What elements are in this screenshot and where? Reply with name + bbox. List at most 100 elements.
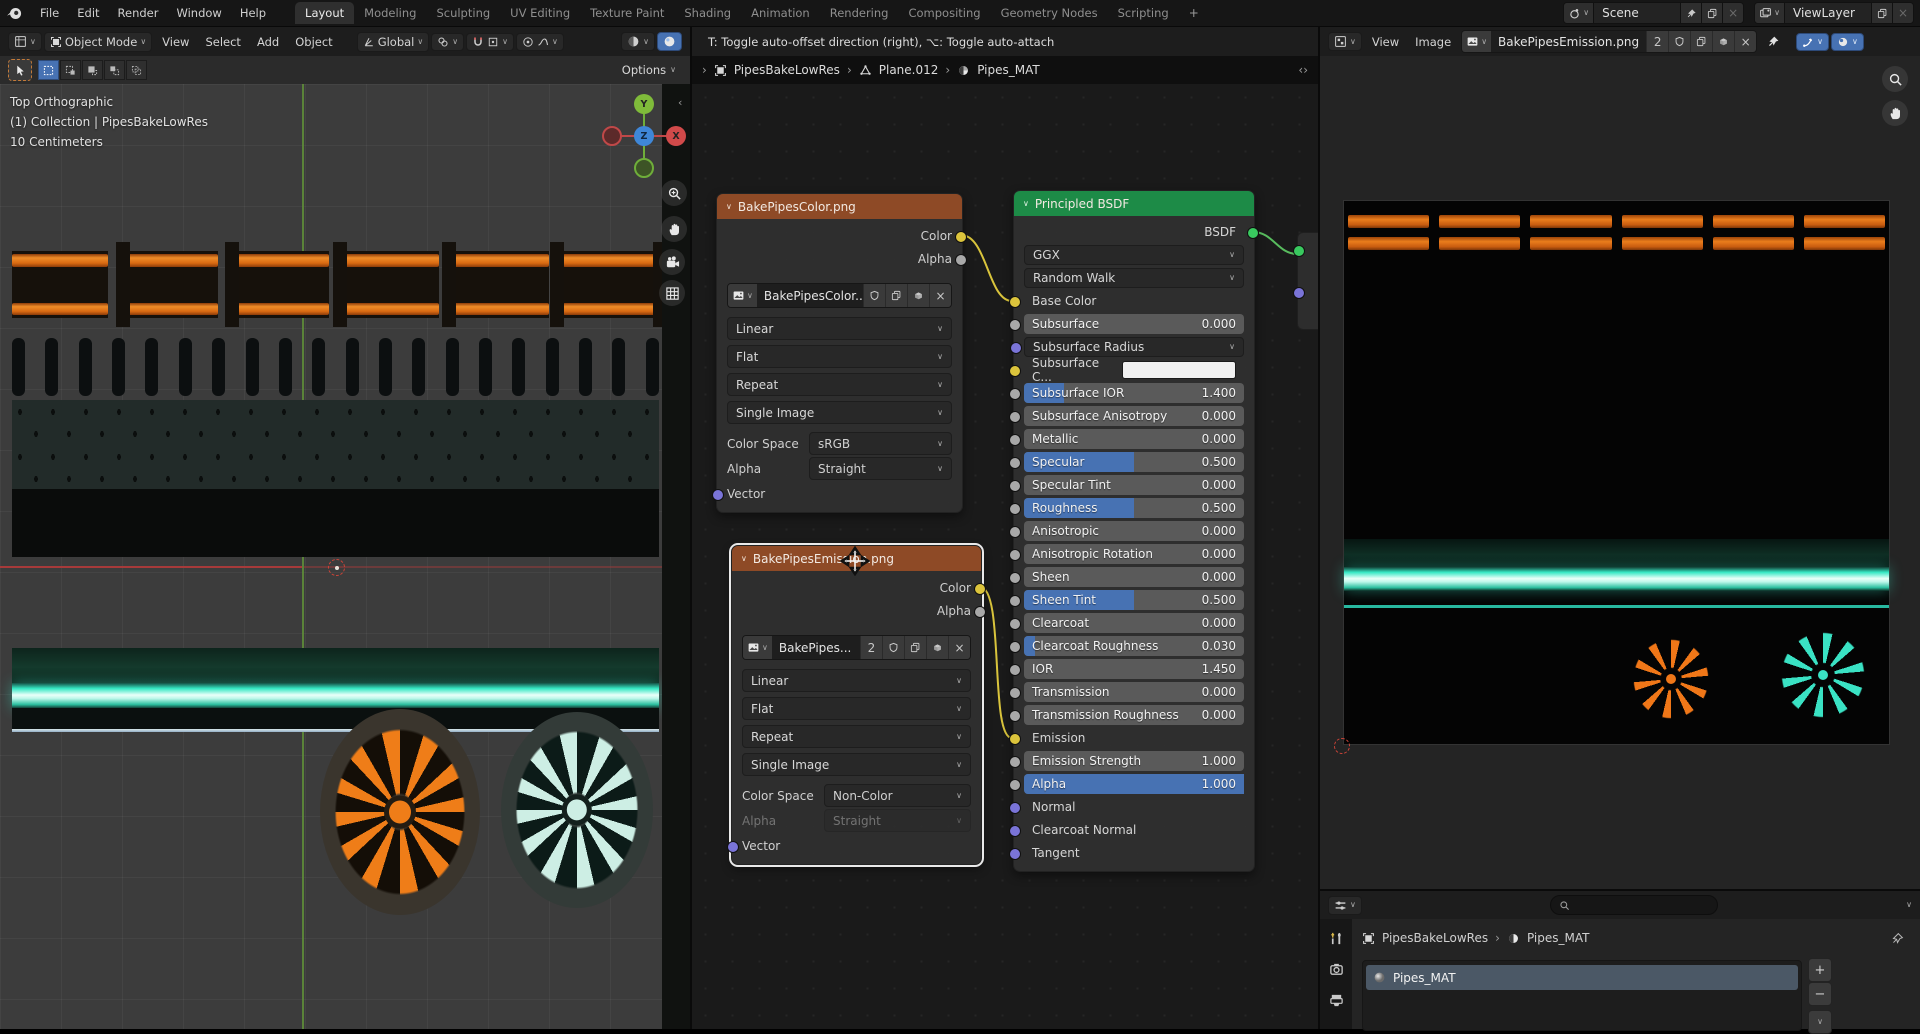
input-socket[interactable] xyxy=(1009,503,1021,515)
tab-render[interactable] xyxy=(1329,962,1344,977)
axis-gizmo[interactable]: Y Z X xyxy=(594,90,690,186)
image-browse-icon[interactable]: ∨ xyxy=(1462,31,1491,52)
input-socket[interactable] xyxy=(1009,296,1021,308)
snap-toggle[interactable]: ∨ xyxy=(466,33,514,51)
region-border[interactable] xyxy=(690,27,692,1029)
menu-item[interactable]: Object xyxy=(287,32,340,52)
options-button[interactable]: Options ∨ xyxy=(616,61,682,79)
color-swatch[interactable] xyxy=(1122,361,1236,379)
users-count-badge[interactable]: 2 xyxy=(1646,31,1668,52)
scene-icon[interactable]: ∨ xyxy=(1564,3,1594,23)
output-socket[interactable] xyxy=(974,583,986,595)
zoom-button[interactable] xyxy=(1882,66,1908,92)
viewlayer-icon[interactable]: ∨ xyxy=(1755,3,1785,23)
menu-item[interactable]: Edit xyxy=(68,3,108,23)
shader-editor-canvas[interactable]: ∨ BakePipesColor.png Color Alpha xyxy=(692,84,1318,1029)
node-dropdown[interactable]: Single Image ∨ xyxy=(727,401,952,424)
input-socket[interactable] xyxy=(1009,825,1021,837)
pin-icon[interactable] xyxy=(1767,35,1780,48)
input-socket[interactable] xyxy=(1009,365,1021,377)
shading-material-preview-toggle[interactable] xyxy=(657,32,682,51)
pin-icon[interactable] xyxy=(1891,932,1904,945)
material-slot-list[interactable]: Pipes_MAT xyxy=(1362,960,1802,1031)
image-name[interactable]: BakePipesColor.... xyxy=(757,284,863,307)
pan-hand-button[interactable] xyxy=(661,216,687,242)
pack-icon[interactable] xyxy=(1712,31,1734,52)
bsdf-row[interactable]: Transmission Roughness 0.000 ∨ xyxy=(1024,705,1244,725)
input-socket[interactable] xyxy=(1009,572,1021,584)
breadcrumb-material[interactable]: Pipes_MAT xyxy=(1527,931,1590,945)
select-mode-invert[interactable] xyxy=(104,60,125,80)
bsdf-row[interactable]: Clearcoat Normal ∨ xyxy=(1024,820,1244,840)
input-socket[interactable] xyxy=(1009,779,1021,791)
node-dropdown[interactable]: Single Image ∨ xyxy=(742,753,971,776)
fake-user-shield-icon[interactable] xyxy=(882,636,904,659)
bsdf-row[interactable]: Metallic 0.000 ∨ xyxy=(1024,429,1244,449)
bsdf-row[interactable]: IOR 1.450 ∨ xyxy=(1024,659,1244,679)
orthographic-grid-button[interactable] xyxy=(659,280,685,306)
collapse-icon[interactable]: ∨ xyxy=(726,203,732,211)
copy-icon[interactable] xyxy=(885,284,907,307)
mode-selector[interactable]: Object Mode ∨ xyxy=(44,32,152,52)
bsdf-row[interactable]: Roughness 0.500 ∨ xyxy=(1024,498,1244,518)
node-dropdown[interactable]: Linear ∨ xyxy=(742,669,971,692)
bsdf-row[interactable]: Sheen Tint 0.500 ∨ xyxy=(1024,590,1244,610)
select-mode-subtract[interactable] xyxy=(82,60,103,80)
workspace-tab[interactable]: Geometry Nodes xyxy=(991,2,1108,24)
node-dropdown[interactable]: Flat ∨ xyxy=(727,345,952,368)
node-dropdown[interactable]: Linear ∨ xyxy=(727,317,952,340)
image-datablock-field[interactable]: ∨ BakePipesEmission.png 2 × xyxy=(1461,30,1757,53)
bsdf-row[interactable]: Base Color ∨ xyxy=(1024,291,1244,311)
chevron-down-icon[interactable]: ∨ xyxy=(1906,901,1912,909)
displacement-input-socket[interactable] xyxy=(1293,287,1305,299)
remove-slot-button[interactable]: − xyxy=(1808,982,1832,1006)
input-socket[interactable] xyxy=(1009,388,1021,400)
bsdf-row[interactable]: Emission ∨ xyxy=(1024,728,1244,748)
pack-icon[interactable] xyxy=(907,284,929,307)
menu-item[interactable]: File xyxy=(31,3,68,23)
workspace-tab[interactable]: Shading xyxy=(674,2,741,24)
bsdf-row[interactable]: Emission Strength 1.000 ∨ xyxy=(1024,751,1244,771)
copy-icon[interactable] xyxy=(1690,31,1712,52)
bsdf-row[interactable]: Subsurface IOR 1.400 ∨ xyxy=(1024,383,1244,403)
bsdf-row[interactable]: Anisotropic Rotation 0.000 ∨ xyxy=(1024,544,1244,564)
bsdf-row[interactable]: Subsurface C... ∨ xyxy=(1024,360,1244,380)
node-dropdown[interactable]: Flat ∨ xyxy=(742,697,971,720)
close-icon[interactable]: × xyxy=(948,636,970,659)
surface-input-socket[interactable] xyxy=(1293,245,1305,257)
image-editor-canvas[interactable] xyxy=(1320,56,1920,891)
input-socket[interactable] xyxy=(1009,549,1021,561)
output-socket[interactable] xyxy=(974,606,986,618)
add-workspace-button[interactable]: + xyxy=(1181,4,1207,22)
blender-logo-icon[interactable] xyxy=(6,5,23,22)
color-space-dropdown[interactable]: Non-Color∨ xyxy=(824,784,971,807)
menu-item[interactable]: Render xyxy=(109,3,168,23)
transform-orientation[interactable]: Global ∨ xyxy=(357,32,430,52)
workspace-tab[interactable]: Texture Paint xyxy=(580,2,674,24)
input-socket[interactable] xyxy=(1009,756,1021,768)
menu-item[interactable]: View xyxy=(154,32,197,52)
workspace-tab[interactable]: Rendering xyxy=(820,2,899,24)
viewport-canvas[interactable]: ‹ Y Z X Top Orthographic(1) Collection |… xyxy=(0,84,690,1029)
tab-tool[interactable] xyxy=(1329,931,1344,946)
alpha-mode-dropdown[interactable]: Straight∨ xyxy=(809,457,952,480)
input-socket[interactable] xyxy=(1009,710,1021,722)
gizmos-toggle[interactable]: ∨ xyxy=(1796,33,1829,51)
breadcrumb-expand-arrow[interactable]: › xyxy=(702,63,707,77)
close-icon[interactable]: × xyxy=(1722,3,1743,23)
workspace-tab[interactable]: Compositing xyxy=(898,2,990,24)
node-principled-bsdf[interactable]: ∨ Principled BSDF BSDF ∨ GGX xyxy=(1013,190,1255,872)
bsdf-row[interactable]: GGX ∨ xyxy=(1024,245,1244,265)
fake-user-shield-icon[interactable] xyxy=(863,284,885,307)
add-slot-button[interactable]: + xyxy=(1808,958,1832,982)
axis-x-ball[interactable]: X xyxy=(666,126,686,146)
bsdf-row[interactable]: Transmission 0.000 ∨ xyxy=(1024,682,1244,702)
workspace-tab[interactable]: Sculpting xyxy=(426,2,500,24)
breadcrumb-material[interactable]: Pipes_MAT xyxy=(977,63,1040,77)
viewlayer-selector[interactable]: ∨ ViewLayer × xyxy=(1754,2,1914,24)
image-browse-icon[interactable]: ∨ xyxy=(728,284,757,307)
image-datablock-field[interactable]: ∨ BakePipes... 2 × xyxy=(742,635,971,660)
breadcrumb-scroll-icons[interactable]: ‹› xyxy=(1298,63,1308,77)
pan-hand-button[interactable] xyxy=(1882,100,1908,126)
menu-item[interactable]: View xyxy=(1364,32,1407,52)
